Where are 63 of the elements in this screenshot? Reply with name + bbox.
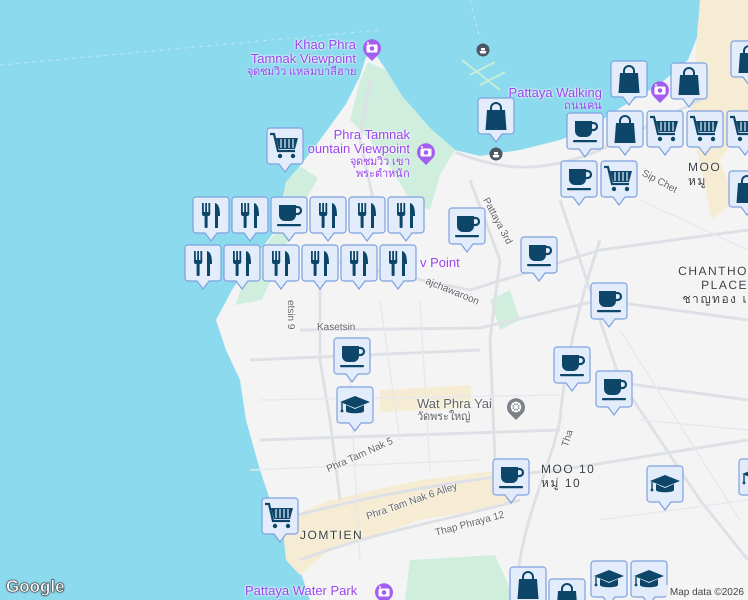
cup-pin-icon[interactable] [566, 112, 604, 158]
bag-pin-icon[interactable] [509, 566, 547, 600]
camera-pin-icon[interactable] [416, 142, 436, 166]
place-label: Wat Phra Yai [417, 397, 492, 411]
cart-pin-icon[interactable] [261, 497, 299, 543]
pier-drawing [461, 59, 506, 91]
street-label: Sip Chet [640, 168, 679, 196]
street-label: etsin 9 [285, 300, 296, 330]
graduation-cap-pin-icon[interactable] [630, 560, 668, 600]
cup-pin-icon[interactable] [492, 458, 530, 504]
cart-pin-icon[interactable] [600, 160, 638, 206]
fork-knife-pin-icon[interactable] [262, 244, 300, 290]
fork-knife-pin-icon[interactable] [301, 244, 339, 290]
fork-knife-pin-icon[interactable] [379, 244, 417, 290]
camera-pin-icon[interactable] [374, 582, 394, 600]
cup-pin-icon[interactable] [520, 236, 558, 282]
fork-knife-pin-icon[interactable] [340, 244, 378, 290]
cart-pin-icon[interactable] [646, 110, 684, 156]
cup-pin-icon[interactable] [595, 370, 633, 416]
wheel-pin-icon[interactable] [506, 397, 526, 421]
place-label: Pattaya Walking [508, 86, 602, 100]
cup-pin-icon[interactable] [333, 337, 371, 383]
thai-place-label: หมู [688, 174, 708, 188]
cart-pin-icon[interactable] [266, 127, 304, 173]
thai-place-label: วัดพระใหญ่ [417, 411, 471, 423]
fork-knife-pin-icon[interactable] [387, 196, 425, 242]
fork-knife-pin-icon[interactable] [192, 196, 230, 242]
cart-pin-icon[interactable] [686, 110, 724, 156]
bag-pin-icon[interactable] [606, 110, 644, 156]
cup-pin-icon[interactable] [590, 282, 628, 328]
ferry-icon[interactable] [476, 43, 490, 57]
bag-pin-icon[interactable] [610, 60, 648, 106]
place-label: v Point [420, 256, 460, 270]
fork-knife-pin-icon[interactable] [223, 244, 261, 290]
bag-pin-icon[interactable] [670, 62, 708, 108]
street-label: Phra Tam Nak 5 [325, 436, 395, 476]
street-label: Tha [560, 428, 576, 448]
cup-pin-icon[interactable] [270, 196, 308, 242]
thai-place-label: ถนนคน [563, 100, 602, 112]
park-area [490, 290, 520, 330]
area-label: MOO [688, 160, 722, 174]
thai-place-label: จุดชมวิว เขา พระตำหนัก [348, 156, 410, 180]
graduation-cap-pin-icon[interactable] [590, 560, 628, 600]
ferry-icon[interactable] [489, 147, 503, 161]
camera-pin-icon[interactable] [650, 80, 670, 104]
thai-place-label: จุดชมวิว แหลมบาลีฮาย [246, 66, 356, 78]
fork-knife-pin-icon[interactable] [309, 196, 347, 242]
camera-pin-icon[interactable] [362, 38, 382, 62]
thai-place-label: ชาญทอง เ [682, 292, 748, 306]
graduation-cap-pin-icon[interactable] [336, 386, 374, 432]
fork-knife-pin-icon[interactable] [348, 196, 386, 242]
graduation-cap-pin-icon[interactable] [646, 465, 684, 511]
cup-pin-icon[interactable] [553, 346, 591, 392]
area-label: MOO 10 [541, 462, 596, 476]
fork-knife-pin-icon[interactable] [184, 244, 222, 290]
fork-knife-pin-icon[interactable] [231, 196, 269, 242]
thai-place-label: หมู่ 10 [541, 476, 582, 490]
cup-pin-icon[interactable] [560, 160, 598, 206]
area-label: JOMTIEN [300, 528, 364, 542]
logo-text: Google [6, 577, 65, 597]
area-label: CHANTHO PLACE [678, 264, 748, 292]
place-label: Khao Phra Tamnak Viewpoint [250, 38, 356, 66]
street-label: Kasetsin [317, 322, 356, 333]
